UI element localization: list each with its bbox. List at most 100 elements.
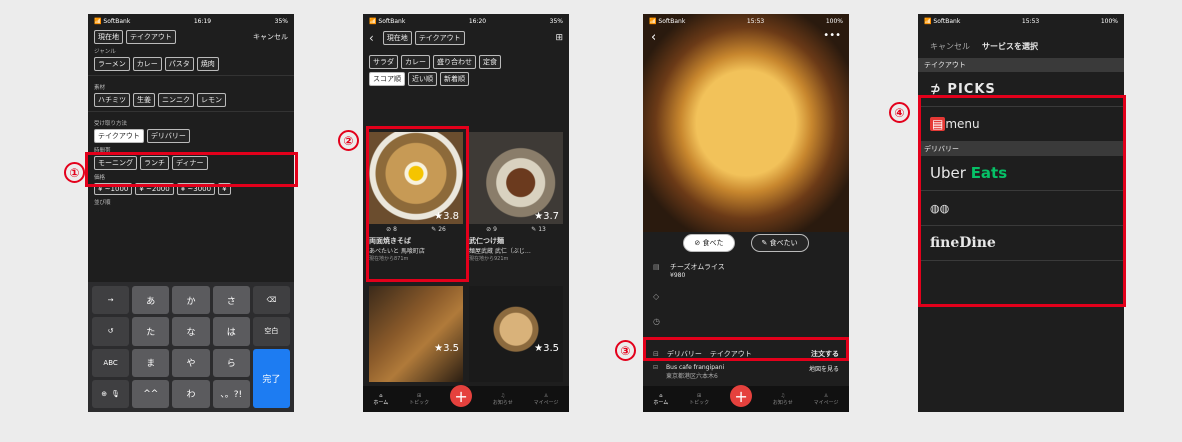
mic-icon[interactable]: 🎙 (111, 390, 120, 398)
finedine-logo: fineDine (930, 235, 996, 251)
food-photo[interactable]: ★3.8 (369, 132, 463, 224)
order-button[interactable]: 注文する (811, 349, 839, 359)
key[interactable]: あ (132, 286, 170, 315)
sheet-title: サービスを選択 (982, 41, 1038, 51)
chip-location[interactable]: 現在地 (382, 31, 412, 45)
sort-new-chip[interactable]: 新着順 (440, 72, 469, 86)
sort-score-chip[interactable]: スコア順 (369, 72, 405, 86)
key[interactable]: ⊕ 🎙 (92, 379, 130, 408)
shop-row[interactable]: ⊟ Bus cafe frangipani 東京都港区六本木6 地図を見る (653, 364, 839, 380)
globe-icon[interactable]: ⊕ (101, 390, 107, 398)
price-chip[interactable]: ¥ ~1000 (94, 183, 133, 195)
tab-bar: ⌂ ホーム ⊞ トピック + ♫ お知らせ ♙ マイページ (643, 385, 849, 412)
genre-label: ジャンル (94, 49, 116, 55)
ingredient-chip[interactable]: ハチミツ (94, 93, 130, 107)
add-post-button[interactable]: + (450, 385, 473, 407)
key[interactable]: ⌫ (252, 286, 290, 315)
tab-notifications[interactable]: ♫ お知らせ (493, 393, 513, 406)
service-finedine[interactable]: fineDine (918, 226, 1124, 261)
price-chip[interactable]: ¥ ~2000 (135, 183, 174, 195)
genre-chip[interactable]: 定食 (479, 55, 501, 69)
add-post-button[interactable]: + (730, 385, 753, 407)
key[interactable]: 、。?! (212, 379, 250, 408)
service-uber-eats[interactable]: Uber Eats (918, 156, 1124, 191)
map-icon[interactable]: ⊞ (555, 33, 563, 43)
food-photo[interactable]: ★3.5 (369, 286, 463, 382)
price-chip[interactable]: ¥ ~3000 (176, 183, 216, 195)
shop-icon: ⊟ (653, 364, 659, 371)
card-info[interactable]: ⊘ 8 ✎ 26 両面焼きそば あぺたいと 馬喰町店 現在地から871m (369, 226, 463, 262)
cancel-button[interactable]: キャンセル (253, 32, 288, 42)
screen-detail: 📶 SoftBank 15:53 100% ‹ ••• ⊘ 食べた ✎ 食べたい ▤… (643, 14, 849, 412)
ingredient-chip[interactable]: ニンニク (158, 93, 194, 107)
genre-chip[interactable]: カレー (401, 55, 430, 69)
key[interactable]: → (92, 286, 130, 315)
tab-mypage[interactable]: ♙ マイページ (814, 393, 839, 406)
ingredient-label: 素材 (94, 85, 106, 91)
service-menu[interactable]: ▤ menu (918, 107, 1124, 142)
genre-chip[interactable]: ラーメン (94, 57, 130, 71)
dish-info: ▤ チーズオムライス ¥980 (653, 263, 725, 279)
marker-1: ① (64, 162, 85, 183)
card-info[interactable]: ⊘ 9 ✎ 13 武仁つけ麺 麺屋武蔵 武仁（ぶじ… 現在地から921m (469, 226, 563, 262)
time-chip[interactable]: ディナー (172, 156, 208, 170)
map-link[interactable]: 地図を見る (809, 364, 839, 380)
key[interactable]: さ (212, 286, 250, 315)
ingredient-chip[interactable]: 生姜 (133, 93, 155, 107)
tab-home[interactable]: ⌂ ホーム (373, 393, 388, 406)
more-icon[interactable]: ••• (823, 30, 841, 41)
food-photo[interactable]: ★3.7 (469, 132, 563, 224)
status-bar: 📶 SoftBank 15:53 100% (924, 17, 1118, 25)
chip-takeout[interactable]: テイクアウト (414, 31, 465, 45)
genre-chip[interactable]: 盛り合わせ (433, 55, 476, 69)
ingredient-chip[interactable]: レモン (197, 93, 226, 107)
key[interactable]: か (172, 286, 210, 315)
want-button[interactable]: ✎ 食べたい (750, 234, 809, 252)
sort-near-chip[interactable]: 近い順 (408, 72, 437, 86)
genre-chip[interactable]: カレー (132, 57, 162, 71)
key[interactable]: や (172, 348, 210, 377)
tab-notifications[interactable]: ♫ お知らせ (773, 393, 793, 406)
food-photo (643, 14, 849, 232)
method-delivery-chip[interactable]: デリバリー (146, 129, 190, 143)
tab-topics[interactable]: ⊞ トピック (409, 393, 429, 406)
chip-location[interactable]: 現在地 (94, 30, 123, 44)
key[interactable]: ^^ (132, 379, 170, 408)
back-icon[interactable]: ‹ (369, 31, 374, 45)
key[interactable]: 空白 (252, 317, 290, 346)
tab-topics[interactable]: ⊞ トピック (689, 393, 709, 406)
key[interactable]: ま (132, 348, 170, 377)
key[interactable]: わ (172, 379, 210, 408)
time-chip[interactable]: モーニング (94, 156, 137, 170)
time-chip[interactable]: ランチ (140, 156, 169, 170)
screen-results: 📶 SoftBank 16:20 35% ‹ 現在地 テイクアウト ⊞ サラダ カレ… (363, 14, 569, 412)
screen-service-select: 📶 SoftBank 15:53 100% キャンセル サービスを選択 テイクアウト… (918, 14, 1124, 412)
food-photo[interactable]: ★3.5 (469, 286, 563, 382)
key[interactable]: ら (212, 348, 250, 377)
key[interactable]: ↺ (92, 317, 130, 346)
key[interactable]: た (132, 317, 170, 346)
service-picks[interactable]: ⊅ PICKS (918, 72, 1124, 107)
screen-filter: 📶 SoftBank 16:19 35% 現在地 テイクアウト キャンセル ジャンル… (88, 14, 294, 412)
price-chip[interactable]: ¥ (218, 183, 231, 195)
key[interactable]: ABC (92, 348, 130, 377)
genre-chip[interactable]: サラダ (369, 55, 398, 69)
price-label: 価格 (94, 175, 106, 181)
status-bar: 📶 SoftBank 15:53 100% (649, 17, 843, 25)
genre-chip[interactable]: パスタ (164, 57, 194, 71)
done-key[interactable]: 完了 (252, 348, 290, 408)
tab-home[interactable]: ⌂ ホーム (653, 393, 668, 406)
back-icon[interactable]: ‹ (651, 30, 656, 45)
tab-mypage[interactable]: ♙ マイページ (534, 393, 559, 406)
menu-logo: ▤ menu (930, 117, 980, 131)
order-row[interactable]: ⊟ デリバリー テイクアウト 注文する (643, 346, 849, 362)
receipt-icon: ▤ (653, 263, 660, 271)
service-demaecan[interactable]: ◍◍ (918, 191, 1124, 226)
method-takeout-chip[interactable]: テイクアウト (94, 129, 144, 143)
key[interactable]: は (212, 317, 250, 346)
chip-takeout[interactable]: テイクアウト (126, 30, 176, 44)
cancel-button[interactable]: キャンセル (930, 41, 970, 52)
ate-button[interactable]: ⊘ 食べた (683, 234, 735, 252)
genre-chip[interactable]: 焼肉 (196, 57, 219, 71)
key[interactable]: な (172, 317, 210, 346)
